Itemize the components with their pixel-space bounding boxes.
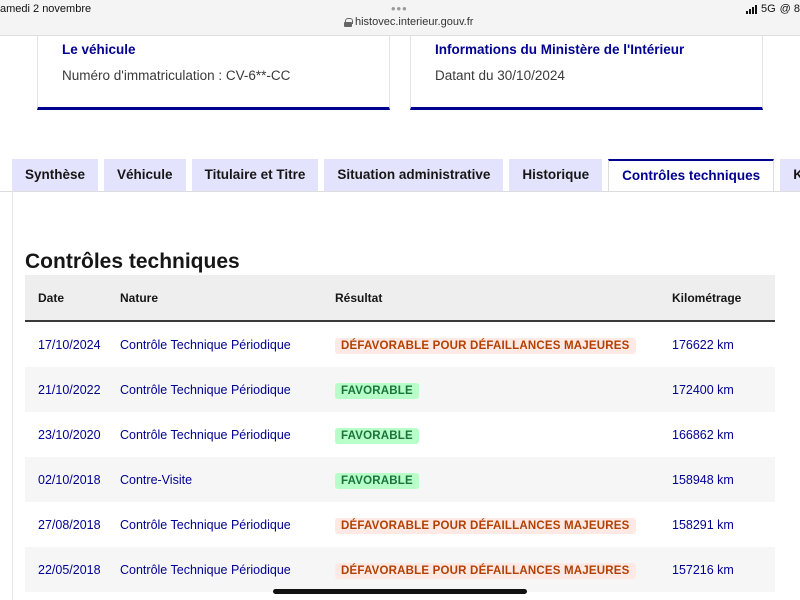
result-badge: FAVORABLE bbox=[335, 382, 419, 399]
tab-synthese[interactable]: Synthèse bbox=[12, 159, 99, 191]
cell-result: DÉFAVORABLE POUR DÉFAILLANCES MAJEURES bbox=[335, 336, 672, 354]
cell-date: 22/05/2018 bbox=[38, 562, 101, 577]
cell-km: 172400 km bbox=[672, 382, 734, 397]
table-header: Date Nature Résultat Kilométrage bbox=[25, 275, 775, 322]
result-badge: DÉFAVORABLE POUR DÉFAILLANCES MAJEURES bbox=[335, 562, 636, 579]
more-options-icon[interactable]: ••• bbox=[391, 1, 408, 16]
cell-date: 02/10/2018 bbox=[38, 472, 101, 487]
section-title: Contrôles techniques bbox=[25, 250, 240, 273]
cell-date: 21/10/2022 bbox=[38, 382, 101, 397]
status-indicators: 5G @ 8 bbox=[745, 3, 800, 15]
result-badge: DÉFAVORABLE POUR DÉFAILLANCES MAJEURES bbox=[335, 337, 636, 354]
url-text: histovec.interieur.gouv.fr bbox=[355, 16, 474, 28]
cell-result: FAVORABLE bbox=[335, 426, 672, 444]
ministry-card-title: Informations du Ministère de l'Intérieur bbox=[435, 42, 685, 57]
header-km: Kilométrage bbox=[672, 290, 742, 305]
cell-nature: Contrôle Technique Périodique bbox=[120, 337, 291, 352]
tab-historique[interactable]: Historique bbox=[509, 159, 603, 191]
home-indicator[interactable] bbox=[273, 589, 527, 594]
browser-status-bar: amedi 2 novembre ••• histovec.interieur.… bbox=[0, 0, 800, 36]
tab-vehicule[interactable]: Véhicule bbox=[104, 159, 186, 191]
signal-icon bbox=[745, 4, 757, 14]
tab-situation-administrative[interactable]: Situation administrative bbox=[324, 159, 504, 191]
table-row: 27/08/2018 Contrôle Technique Périodique… bbox=[25, 502, 775, 547]
cell-date: 17/10/2024 bbox=[38, 337, 101, 352]
header-result: Résultat bbox=[335, 290, 383, 305]
cell-nature: Contrôle Technique Périodique bbox=[120, 562, 291, 577]
result-badge: FAVORABLE bbox=[335, 472, 419, 489]
cell-date: 23/10/2020 bbox=[38, 427, 101, 442]
table-row: 23/10/2020 Contrôle Technique Périodique… bbox=[25, 412, 775, 457]
ministry-card: Informations du Ministère de l'Intérieur… bbox=[410, 36, 763, 110]
status-date: amedi 2 novembre bbox=[0, 3, 92, 15]
cell-nature: Contrôle Technique Périodique bbox=[120, 382, 291, 397]
tab-controles-techniques[interactable]: Contrôles techniques bbox=[608, 159, 775, 191]
header-nature: Nature bbox=[120, 290, 159, 305]
cell-result: DÉFAVORABLE POUR DÉFAILLANCES MAJEURES bbox=[335, 561, 672, 579]
tab-list: Synthèse Véhicule Titulaire et Titre Sit… bbox=[12, 159, 800, 191]
table-row: 02/10/2018 Contre-Visite FAVORABLE 15894… bbox=[25, 457, 775, 502]
panel-border bbox=[12, 191, 13, 600]
cell-km: 158948 km bbox=[672, 472, 734, 487]
cell-date: 27/08/2018 bbox=[38, 517, 101, 532]
table-body: 17/10/2024 Contrôle Technique Périodique… bbox=[25, 322, 775, 592]
cell-nature: Contrôle Technique Périodique bbox=[120, 517, 291, 532]
table-row: 22/05/2018 Contrôle Technique Périodique… bbox=[25, 547, 775, 592]
result-badge: DÉFAVORABLE POUR DÉFAILLANCES MAJEURES bbox=[335, 517, 636, 534]
cell-km: 166862 km bbox=[672, 427, 734, 442]
vehicle-card-title: Le véhicule bbox=[62, 42, 136, 57]
cell-nature: Contrôle Technique Périodique bbox=[120, 427, 291, 442]
lock-icon bbox=[344, 17, 353, 27]
cell-result: FAVORABLE bbox=[335, 381, 672, 399]
address-bar[interactable]: histovec.interieur.gouv.fr bbox=[344, 16, 473, 28]
network-label: 5G bbox=[760, 3, 776, 15]
cell-result: FAVORABLE bbox=[335, 471, 672, 489]
tab-titulaire-titre[interactable]: Titulaire et Titre bbox=[191, 159, 319, 191]
header-date: Date bbox=[38, 290, 65, 305]
status-extra: @ 8 bbox=[779, 3, 800, 15]
cell-result: DÉFAVORABLE POUR DÉFAILLANCES MAJEURES bbox=[335, 516, 672, 534]
cell-km: 158291 km bbox=[672, 517, 734, 532]
table-row: 17/10/2024 Contrôle Technique Périodique… bbox=[25, 322, 775, 367]
cell-km: 157216 km bbox=[672, 562, 734, 577]
vehicle-card: Le véhicule Numéro d'immatriculation : C… bbox=[37, 36, 390, 110]
table-row: 21/10/2022 Contrôle Technique Périodique… bbox=[25, 367, 775, 412]
result-badge: FAVORABLE bbox=[335, 427, 419, 444]
cell-km: 176622 km bbox=[672, 337, 734, 352]
cell-nature: Contre-Visite bbox=[120, 472, 193, 487]
controls-table: Date Nature Résultat Kilométrage 17/10/2… bbox=[25, 275, 775, 592]
tab-divider bbox=[0, 191, 800, 192]
tab-kilometrage[interactable]: Kilo bbox=[780, 159, 800, 191]
ministry-date: Datant du 30/10/2024 bbox=[435, 68, 565, 83]
vehicle-registration: Numéro d'immatriculation : CV-6**-CC bbox=[62, 68, 291, 83]
